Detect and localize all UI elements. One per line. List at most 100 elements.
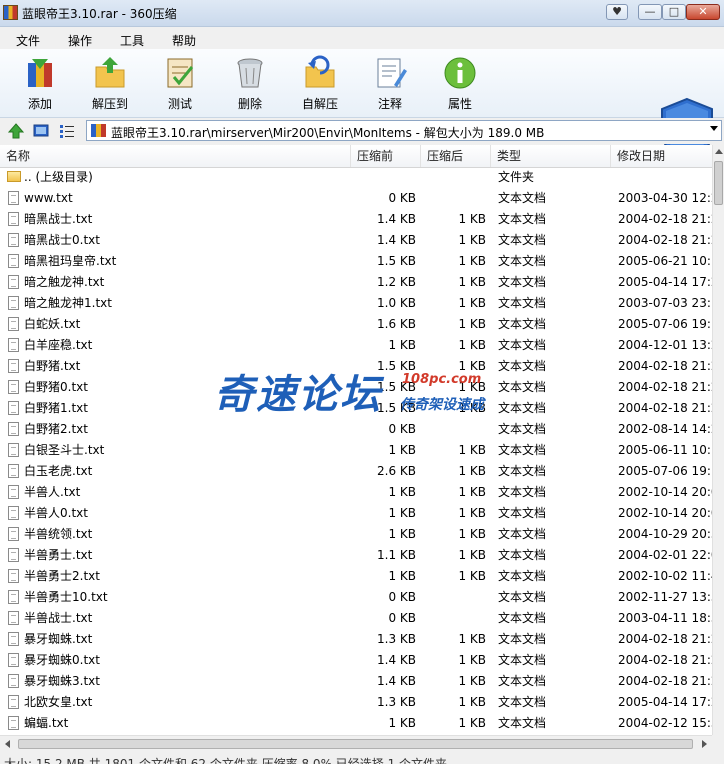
menu-help[interactable]: 帮助 (172, 32, 196, 49)
file-size: 1.3 KB (377, 632, 416, 646)
table-row[interactable]: 半兽统领.txt 1 KB 1 KB 文本文档 2004-10-29 20:5 (0, 524, 712, 545)
info-icon (444, 57, 476, 89)
column-date[interactable]: 修改日期 (610, 145, 712, 167)
file-date: 2003-04-11 18:3 (618, 611, 712, 625)
file-size: 1.3 KB (377, 695, 416, 709)
table-row[interactable]: 蝙蝠.txt 1 KB 1 KB 文本文档 2004-02-12 15:3 (0, 713, 712, 734)
file-name: 白野猪1.txt (24, 401, 88, 415)
table-row[interactable]: 半兽勇士10.txt 0 KB 文本文档 2002-11-27 13:3 (0, 587, 712, 608)
table-row[interactable]: 白蛇妖.txt 1.6 KB 1 KB 文本文档 2005-07-06 19:1 (0, 314, 712, 335)
scroll-left-icon[interactable] (5, 740, 10, 748)
title-bar: 蓝眼帝王3.10.rar - 360压缩 ♥ — □ ✕ (0, 0, 724, 27)
file-size: 1 KB (388, 338, 416, 352)
file-date: 2004-12-01 13:2 (618, 338, 712, 352)
file-size (350, 167, 416, 188)
text-file-icon (8, 653, 19, 667)
column-type[interactable]: 类型 (490, 145, 610, 167)
table-row[interactable]: 半兽勇士.txt 1.1 KB 1 KB 文本文档 2004-02-01 22:0 (0, 545, 712, 566)
vertical-scrollbar[interactable] (712, 145, 724, 735)
address-field[interactable]: 蓝眼帝王3.10.rar\mirserver\Mir200\Envir\MonI… (86, 120, 722, 141)
table-row[interactable]: 白野猪.txt 1.5 KB 1 KB 文本文档 2004-02-18 21:2 (0, 356, 712, 377)
table-row[interactable]: 白羊座稳.txt 1 KB 1 KB 文本文档 2004-12-01 13:2 (0, 335, 712, 356)
close-button[interactable]: ✕ (686, 4, 720, 20)
file-packed-size: 1 KB (458, 716, 486, 730)
table-row[interactable]: 暴牙蜘蛛0.txt 1.4 KB 1 KB 文本文档 2004-02-18 21:2 (0, 650, 712, 671)
file-type: 文本文档 (498, 485, 547, 499)
table-row[interactable]: 暗黑祖玛皇帝.txt 1.5 KB 1 KB 文本文档 2005-06-21 10:1 (0, 251, 712, 272)
file-type: 文本文档 (498, 317, 547, 331)
vertical-scroll-thumb[interactable] (714, 161, 723, 205)
view-thumbnail-icon[interactable] (32, 122, 50, 140)
test-button[interactable]: 测试 (152, 55, 208, 113)
file-name: www.txt (24, 191, 73, 205)
view-list-icon[interactable] (58, 122, 76, 140)
text-file-icon (8, 233, 19, 247)
menu-file[interactable]: 文件 (16, 32, 40, 49)
file-name: 半兽战士.txt (24, 611, 93, 625)
table-row[interactable]: 白银圣斗士.txt 1 KB 1 KB 文本文档 2005-06-11 10:1 (0, 440, 712, 461)
horizontal-scroll-thumb[interactable] (18, 739, 693, 749)
add-archive-icon (28, 59, 52, 87)
up-arrow-icon[interactable] (7, 122, 25, 140)
table-row[interactable]: 北欧女皇.txt 1.3 KB 1 KB 文本文档 2005-04-14 17:2 (0, 692, 712, 713)
file-date: 2005-06-11 10:1 (618, 443, 712, 457)
extract-to-button[interactable]: 解压到 (82, 55, 138, 113)
table-row[interactable]: 暴牙蜘蛛.txt 1.3 KB 1 KB 文本文档 2004-02-18 21:2 (0, 629, 712, 650)
text-file-icon (8, 464, 19, 478)
column-size[interactable]: 压缩前 (350, 145, 420, 167)
file-name: 半兽人0.txt (24, 506, 88, 520)
delete-button[interactable]: 删除 (222, 55, 278, 113)
minimize-button[interactable]: — (638, 4, 662, 20)
file-size: 1.5 KB (377, 401, 416, 415)
text-file-icon (8, 380, 19, 394)
table-row[interactable]: 暗黑战士.txt 1.4 KB 1 KB 文本文档 2004-02-18 21:2 (0, 209, 712, 230)
table-row[interactable]: 半兽人0.txt 1 KB 1 KB 文本文档 2002-10-14 20:0 (0, 503, 712, 524)
horizontal-scrollbar[interactable] (0, 735, 712, 753)
file-name: 白野猪0.txt (24, 380, 88, 394)
file-packed-size (420, 419, 486, 440)
table-row[interactable]: 半兽战士.txt 0 KB 文本文档 2003-04-11 18:3 (0, 608, 712, 629)
column-packed[interactable]: 压缩后 (420, 145, 490, 167)
column-name[interactable]: 名称 (0, 145, 350, 167)
table-row[interactable]: 白野猪0.txt 1.5 KB 1 KB 文本文档 2004-02-18 21:2 (0, 377, 712, 398)
properties-button[interactable]: 属性 (432, 55, 488, 113)
window-title: 蓝眼帝王3.10.rar - 360压缩 (22, 7, 177, 21)
scroll-up-icon[interactable] (715, 149, 723, 154)
self-extract-button[interactable]: 自解压 (292, 55, 348, 113)
table-row[interactable]: 暴牙蜘蛛3.txt 1.4 KB 1 KB 文本文档 2004-02-18 21:2 (0, 671, 712, 692)
file-size: 1.6 KB (377, 317, 416, 331)
file-name: 半兽勇士2.txt (24, 569, 100, 583)
file-size: 1 KB (388, 716, 416, 730)
menu-operate[interactable]: 操作 (68, 32, 92, 49)
maximize-button[interactable]: □ (662, 4, 686, 20)
table-row[interactable]: 暗之触龙神1.txt 1.0 KB 1 KB 文本文档 2003-07-03 23:1 (0, 293, 712, 314)
menu-tools[interactable]: 工具 (120, 32, 144, 49)
file-type: 文本文档 (498, 716, 547, 730)
text-file-icon (8, 275, 19, 289)
table-row[interactable]: 白玉老虎.txt 2.6 KB 1 KB 文本文档 2005-07-06 19:1 (0, 461, 712, 482)
file-name: 暗黑祖玛皇帝.txt (24, 254, 117, 268)
chevron-down-icon[interactable] (710, 126, 718, 131)
table-row[interactable]: 暗之触龙神.txt 1.2 KB 1 KB 文本文档 2005-04-14 17:2 (0, 272, 712, 293)
text-file-icon (8, 716, 19, 730)
scroll-right-icon[interactable] (702, 740, 707, 748)
table-row[interactable]: www.txt 0 KB 文本文档 2003-04-30 12:2 (0, 188, 712, 209)
table-row[interactable]: 半兽勇士2.txt 1 KB 1 KB 文本文档 2002-10-02 11:4 (0, 566, 712, 587)
table-row[interactable]: 暗黑战士0.txt 1.4 KB 1 KB 文本文档 2004-02-18 21:2 (0, 230, 712, 251)
comment-button[interactable]: 注释 (362, 55, 418, 113)
file-date: 2002-10-14 20:0 (618, 506, 712, 520)
file-date: 2004-10-29 20:5 (618, 527, 712, 541)
file-packed-size: 1 KB (458, 527, 486, 541)
table-row[interactable]: 白野猪2.txt 0 KB 文本文档 2002-08-14 14:2 (0, 419, 712, 440)
table-row[interactable]: 半兽人.txt 1 KB 1 KB 文本文档 2002-10-14 20:0 (0, 482, 712, 503)
table-row[interactable]: .. (上级目录) 文件夹 (0, 167, 712, 188)
table-row[interactable]: 白野猪1.txt 1.5 KB 1 KB 文本文档 2004-02-18 21:2 (0, 398, 712, 419)
file-name: 半兽人.txt (24, 485, 81, 499)
file-date: 2004-02-01 22:0 (618, 548, 712, 562)
file-date: 2003-04-30 12:2 (618, 191, 712, 205)
address-bar: 蓝眼帝王3.10.rar\mirserver\Mir200\Envir\MonI… (0, 118, 724, 144)
file-packed-size: 1 KB (458, 632, 486, 646)
add-button[interactable]: 添加 (12, 55, 68, 113)
text-file-icon (8, 422, 19, 436)
skin-icon[interactable]: ♥ (606, 4, 628, 20)
